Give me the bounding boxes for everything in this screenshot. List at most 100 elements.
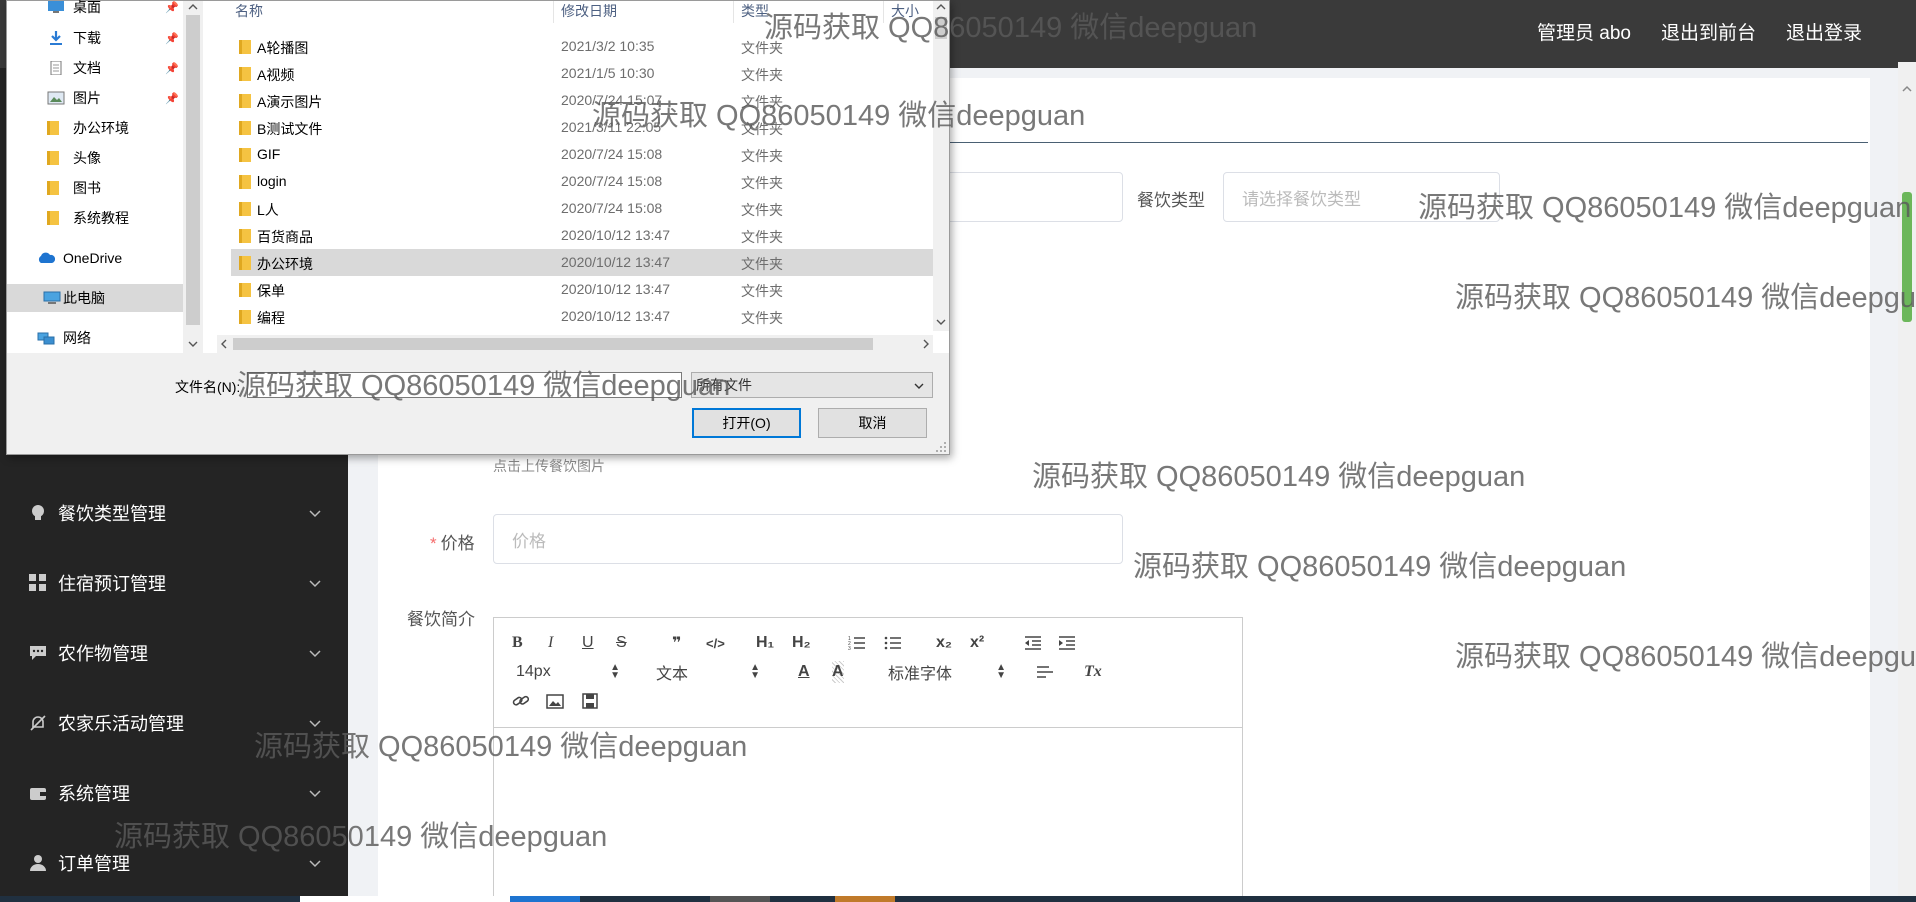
outdent-icon[interactable] [1024,632,1042,654]
nav-item-documents[interactable]: 文档 📌 [7,54,183,82]
intro-label: 餐饮简介 [407,610,475,629]
required-marker: * [430,534,437,553]
editor-body[interactable] [494,729,1242,902]
clear-format-button[interactable]: Tx [1084,661,1102,683]
sidebar-item-orders[interactable]: 订单管理 [0,838,348,888]
sidebar-item-catering-type[interactable]: 餐饮类型管理 [0,488,348,538]
file-row[interactable]: 百货商品 2020/10/12 13:47 文件夹 [231,222,935,249]
h2-button[interactable]: H₂ [792,632,811,654]
catering-type-select[interactable]: 请选择餐饮类型 [1223,172,1500,222]
sidebar-item-crops[interactable]: 农作物管理 [0,628,348,678]
folder-icon [47,181,59,195]
select-arrows-icon: ▲ ▼ [996,662,1006,681]
file-row[interactable]: GIF 2020/7/24 15:08 文件夹 [231,141,935,168]
bullet-list-icon[interactable] [884,632,902,654]
file-row[interactable]: L人 2020/7/24 15:08 文件夹 [231,195,935,222]
nav-item-office[interactable]: 办公环境 [7,114,183,142]
quote-button[interactable]: ❞ [672,632,681,654]
file-name: B测试文件 [257,121,323,137]
open-button[interactable]: 打开(O) [692,408,801,438]
font-color-button[interactable]: A [798,661,810,683]
file-row[interactable]: 编程 2020/10/12 13:47 文件夹 [231,303,935,330]
file-row[interactable]: 保单 2020/10/12 13:47 文件夹 [231,276,935,303]
chevron-down-icon [309,650,321,658]
file-modified: 2021/3/2 10:35 [561,38,655,54]
subscript-button[interactable]: x₂ [936,632,952,654]
folder-icon [239,40,251,54]
exit-to-front-link[interactable]: 退出到前台 [1661,18,1756,45]
image-icon[interactable] [546,690,564,712]
column-header-name[interactable]: 名称 [235,1,263,21]
chevron-left-icon [221,339,227,349]
strike-button[interactable]: S [616,632,627,654]
nav-item-network[interactable]: 网络 [7,324,183,352]
nav-scrollbar[interactable] [183,1,203,353]
resize-grip-icon[interactable] [935,441,947,453]
italic-button[interactable]: I [548,632,553,654]
superscript-button[interactable]: x² [970,632,984,654]
sidebar-item-activities[interactable]: 农家乐活动管理 [0,698,348,748]
hscroll-thumb[interactable] [233,338,873,350]
nav-item-books[interactable]: 图书 [7,174,183,202]
scroll-thumb[interactable] [1902,192,1912,322]
price-input[interactable]: 价格 [493,514,1123,564]
file-type-filter[interactable]: 所有文件 [691,372,933,398]
ordered-list-icon[interactable]: 123 [848,632,866,654]
column-header-type[interactable]: 类型 [741,1,769,21]
folder-icon [239,121,251,135]
file-list-scrollbar[interactable] [933,1,949,331]
taskbar-app[interactable] [510,896,580,902]
file-row[interactable]: A演示图片 2020/7/24 15:07 文件夹 [231,87,935,114]
admin-user-link[interactable]: 管理员 abo [1537,18,1631,45]
file-name: A视频 [257,67,295,83]
sidebar-item-system[interactable]: 系统管理 [0,768,348,818]
cancel-button[interactable]: 取消 [818,408,927,438]
folder-icon [239,256,251,270]
price-placeholder: 价格 [512,531,546,551]
font-size-select[interactable]: 14px ▲ ▼ [516,661,620,683]
nav-item-desktop[interactable]: 桌面 📌 [7,0,183,21]
h1-button[interactable]: H₁ [756,632,774,654]
filename-input[interactable] [247,372,682,398]
file-type: 文件夹 [741,256,783,272]
nav-item-pictures[interactable]: 图片 📌 [7,84,183,112]
align-icon[interactable] [1036,661,1054,683]
chevron-down-icon [914,383,924,389]
sidebar-item-label: 住宿预订管理 [58,574,166,594]
file-row[interactable]: B测试文件 2021/3/11 22:05 文件夹 [231,114,935,141]
header-nav: 管理员 abo 退出到前台 退出登录 [1537,0,1862,62]
video-icon[interactable] [582,690,598,712]
code-button[interactable]: </> [706,632,725,654]
file-list-scroll-thumb[interactable] [935,17,947,39]
sidebar-item-lodging[interactable]: 住宿预订管理 [0,558,348,608]
paragraph-value: 文本 [656,666,689,683]
file-row[interactable]: login 2020/7/24 15:08 文件夹 [231,168,935,195]
nav-scroll-thumb[interactable] [186,15,200,325]
background-color-button[interactable]: A [832,661,844,683]
file-type: 文件夹 [741,121,783,137]
nav-item-tutorials[interactable]: 系统教程 [7,204,183,232]
nav-item-onedrive[interactable]: OneDrive [7,244,183,272]
chevron-down-icon [309,510,321,518]
upload-hint: 点击上传餐饮图片 [493,458,605,474]
font-family-select[interactable]: 标准字体 ▲ ▼ [888,661,1006,684]
bold-button[interactable]: B [512,632,523,654]
taskbar-app[interactable] [835,896,895,902]
underline-button[interactable]: U [582,632,594,654]
link-icon[interactable] [512,690,530,712]
taskbar-app[interactable] [300,896,540,902]
paragraph-select[interactable]: 文本 ▲ ▼ [656,661,760,684]
logout-link[interactable]: 退出登录 [1786,18,1862,45]
nav-item-avatar[interactable]: 头像 [7,144,183,172]
file-list-hscrollbar[interactable] [217,335,933,353]
nav-item-this-pc[interactable]: 此电脑 [7,284,183,312]
indent-icon[interactable] [1058,632,1076,654]
file-row[interactable]: A视频 2021/1/5 10:30 文件夹 [231,60,935,87]
file-row[interactable]: A轮播图 2021/3/2 10:35 文件夹 [231,33,935,60]
taskbar-app[interactable] [710,896,770,902]
file-row[interactable]: 办公环境 2020/10/12 13:47 文件夹 [231,249,935,276]
column-header-modified[interactable]: 修改日期 [561,1,617,21]
nav-item-downloads[interactable]: 下载 📌 [7,24,183,52]
page-scrollbar[interactable] [1898,62,1916,902]
column-header-size[interactable]: 大小 [891,1,919,21]
